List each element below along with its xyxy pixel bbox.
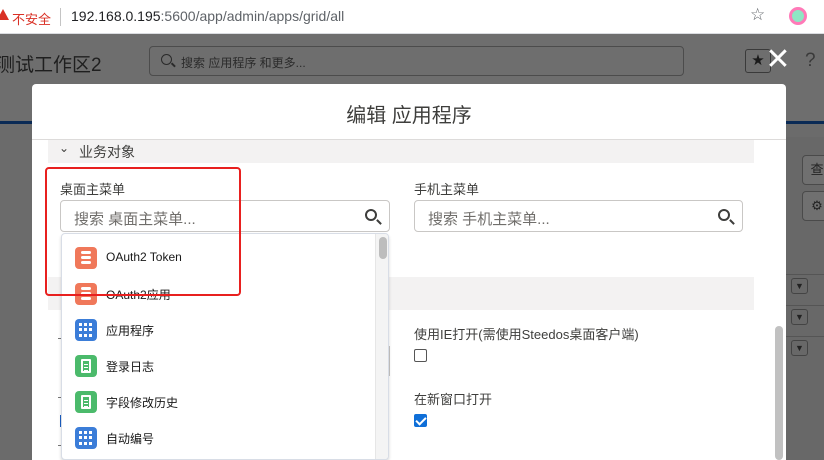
row-action-dropdown[interactable]: ▼: [786, 305, 824, 327]
modal-title: 编辑 应用程序: [346, 105, 472, 127]
url-path: :5600/app/admin/apps/grid/all: [160, 8, 345, 24]
mobile-menu-search-input[interactable]: 搜索 手机主菜单...: [414, 200, 743, 232]
row-action-dropdown[interactable]: ▼: [786, 274, 824, 296]
open-ie-checkbox[interactable]: [414, 349, 427, 362]
insecure-label[interactable]: 不安全: [12, 9, 51, 28]
open-ie-label: 使用IE打开(需使用Steedos桌面客户端): [414, 327, 639, 342]
desktop-menu-label: 桌面主菜单: [60, 182, 126, 197]
warning-icon: [0, 9, 9, 20]
chevron-down-icon: ⌄: [59, 141, 70, 155]
grid-icon: [75, 319, 97, 341]
address-divider: [60, 8, 61, 26]
modal-scrollbar[interactable]: [775, 326, 783, 460]
section-header[interactable]: ⌄ 业务对象: [48, 140, 754, 163]
mobile-menu-placeholder: 搜索 手机主菜单...: [428, 211, 550, 228]
modal-header: 编辑 应用程序: [32, 84, 786, 140]
dropdown-scrollbar[interactable]: [375, 234, 388, 459]
mobile-menu-label: 手机主菜单: [414, 182, 480, 197]
section-title: 业务对象: [79, 144, 135, 160]
url-field[interactable]: 192.168.0.195:5600/app/admin/apps/grid/a…: [71, 8, 344, 24]
chevron-down-icon: ▼: [791, 278, 808, 294]
dropdown-option[interactable]: 登录日志: [62, 348, 374, 384]
dropdown-option-label: 字段修改历史: [106, 396, 179, 410]
help-icon[interactable]: ?: [805, 50, 816, 72]
dropdown-option[interactable]: OAuth2 Token: [62, 240, 374, 276]
dropdown-option-label: OAuth2应用: [106, 288, 171, 302]
dropdown-option-label: 登录日志: [106, 360, 155, 374]
dropdown-option-label: 自动编号: [106, 432, 155, 446]
clipboard-icon: [75, 391, 97, 413]
new-window-label: 在新窗口打开: [414, 392, 493, 407]
global-search-placeholder: 搜索 应用程序 和更多...: [181, 56, 306, 70]
workspace-title: 测试工作区2: [0, 55, 102, 76]
desktop-menu-dropdown: OAuth2 Token OAuth2应用 应用程序 登录日志 字段修改历史 自…: [61, 233, 389, 460]
dropdown-option-label: 应用程序: [106, 324, 155, 338]
settings-gear-icon[interactable]: ⚙: [802, 191, 824, 221]
close-icon[interactable]: ✕: [765, 45, 791, 75]
dropdown-option[interactable]: 应用程序: [62, 312, 374, 348]
background-input-edge: [389, 346, 390, 376]
extension-icon[interactable]: [789, 7, 807, 25]
database-icon: [75, 247, 97, 269]
browser-address-bar: 不安全 192.168.0.195:5600/app/admin/apps/gr…: [0, 0, 824, 34]
global-search-input[interactable]: 搜索 应用程序 和更多...: [149, 46, 684, 76]
row-action-dropdown[interactable]: ▼: [786, 336, 824, 358]
desktop-menu-placeholder: 搜索 桌面主菜单...: [74, 211, 196, 228]
chevron-down-icon: ▼: [791, 309, 808, 325]
background-query-button[interactable]: 查: [802, 155, 824, 185]
search-icon: [365, 209, 377, 221]
clipboard-icon: [75, 355, 97, 377]
desktop-menu-search-input[interactable]: 搜索 桌面主菜单...: [60, 200, 390, 232]
dropdown-option[interactable]: 字段修改历史: [62, 384, 374, 420]
url-host: 192.168.0.195: [71, 8, 161, 24]
dropdown-option[interactable]: 自动编号: [62, 420, 374, 456]
dropdown-option-label: OAuth2 Token: [106, 250, 182, 264]
bookmark-star-icon[interactable]: ☆: [750, 5, 765, 25]
grid-icon: [75, 427, 97, 449]
dropdown-scrollbar-thumb[interactable]: [379, 237, 387, 259]
dropdown-option[interactable]: OAuth2应用: [62, 276, 374, 312]
search-icon: [718, 209, 730, 221]
search-icon: [161, 54, 172, 65]
database-icon: [75, 283, 97, 305]
background-list-column: 查 ⚙ ▼ ▼ ▼: [786, 137, 824, 460]
chevron-down-icon: ▼: [791, 340, 808, 356]
new-window-checkbox[interactable]: [414, 414, 427, 427]
